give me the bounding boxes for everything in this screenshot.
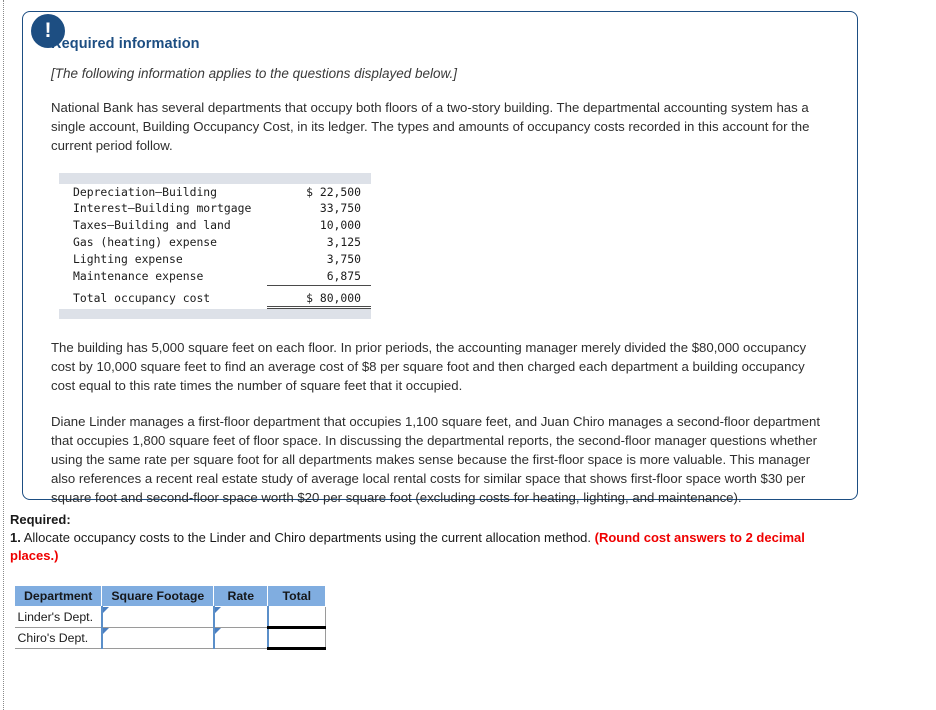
required-heading: Required: [10,512,71,527]
cost-amount: 6,875 [267,267,371,286]
chiro-square-footage-input[interactable] [100,627,215,649]
building-paragraph: The building has 5,000 square feet on ea… [51,340,807,394]
table-row: Interest—Building mortgage 33,750 [59,200,371,217]
required-section: Required: 1. Allocate occupancy costs to… [10,512,840,566]
occupancy-cost-table: Depreciation—Building $ 22,500 Interest—… [59,172,371,320]
managers-paragraph: Diane Linder manages a first-floor depar… [51,414,820,505]
allocation-answer-table[interactable]: Department Square Footage Rate Total Lin… [13,585,327,650]
linder-square-footage-input[interactable] [100,606,215,628]
table-row: Gas (heating) expense 3,125 [59,234,371,251]
total-label: Total occupancy cost [73,291,211,306]
column-header-total: Total [267,585,327,607]
table-row: Maintenance expense 6,875 [59,267,371,286]
table-row: Taxes—Building and land 10,000 [59,217,371,234]
exclamation-icon: ! [31,14,65,48]
cost-label: Interest—Building mortgage [73,201,252,216]
comment-flag-icon [102,628,109,634]
cost-amount: $ 22,500 [306,184,361,199]
answer-table-header-row: Department Square Footage Rate Total [13,585,327,607]
chiro-total-output [267,627,327,650]
comment-flag-icon [102,607,109,613]
chiro-rate-input[interactable] [212,627,269,649]
required-item-1: 1. Allocate occupancy costs to the Linde… [10,529,822,566]
comment-flag-icon [214,607,221,613]
cost-label: Lighting expense [73,251,183,266]
table-bottom-bar [59,309,371,320]
table-total-row: Total occupancy cost $ 80,000 [59,285,371,310]
column-header-rate: Rate [213,585,269,607]
cost-amount: 10,000 [319,218,361,233]
table-top-bar [59,172,371,184]
cost-amount: 33,750 [319,201,361,216]
exclamation-glyph: ! [44,19,52,42]
table-row: Lighting expense 3,750 [59,251,371,268]
row-label-linder: Linder's Dept. [14,606,103,628]
row-label-chiro: Chiro's Dept. [14,627,103,649]
column-header-square-footage: Square Footage [101,585,215,607]
cost-label: Depreciation—Building [73,184,218,199]
table-row: Linder's Dept. [14,606,327,629]
linder-rate-input[interactable] [212,606,269,628]
comment-flag-icon [214,628,221,634]
cost-amount: 3,750 [326,251,361,266]
linder-total-output [267,606,327,629]
required-item-number: 1. [10,530,21,545]
cost-amount: 3,125 [326,235,361,250]
required-item-text: Allocate occupancy costs to the Linder a… [20,530,595,545]
cost-label: Maintenance expense [73,269,204,284]
cost-label: Gas (heating) expense [73,235,218,250]
applies-note: [The following information applies to th… [51,66,457,81]
left-dotted-rail [3,0,4,710]
required-information-callout: Required information [The following info… [22,11,858,505]
intro-paragraph: National Bank has several departments th… [51,100,810,153]
column-header-department: Department [13,585,103,607]
total-amount: $ 80,000 [267,285,371,310]
table-row: Depreciation—Building $ 22,500 [59,184,371,201]
occupancy-cost-rows: Depreciation—Building $ 22,500 Interest—… [59,184,371,310]
table-row: Chiro's Dept. [14,627,327,650]
page-title: Required information [51,36,200,52]
cost-label: Taxes—Building and land [73,218,231,233]
